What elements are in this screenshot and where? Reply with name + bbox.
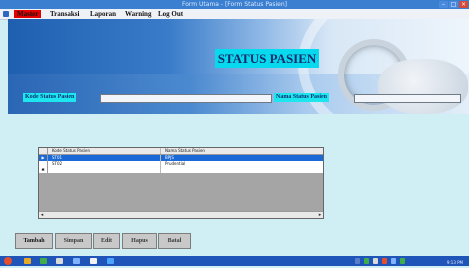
taskbar-app-icon[interactable]: [56, 258, 63, 264]
menu-warning[interactable]: Warning: [122, 10, 154, 18]
grid-header: Kode Status Pasien Nama Status Pasien: [39, 148, 323, 155]
batal-button[interactable]: Batal: [158, 233, 191, 249]
window-title: Form Utama - [Form Status Pasien]: [182, 1, 287, 8]
close-button[interactable]: ×: [459, 1, 468, 8]
kode-status-label: Kode Status Pasien: [23, 93, 77, 102]
cell-kode[interactable]: [48, 167, 161, 173]
tray-icon[interactable]: [400, 258, 405, 264]
page-title: STATUS PASIEN: [215, 49, 319, 68]
taskbar-app-icon[interactable]: [40, 258, 47, 264]
maximize-button[interactable]: □: [449, 1, 458, 8]
tray-icon[interactable]: [382, 258, 387, 264]
menu-transaksi[interactable]: Transaksi: [47, 10, 82, 18]
header-indicator: [39, 148, 48, 154]
simpan-button[interactable]: Simpan: [55, 233, 92, 249]
new-row[interactable]: ✱: [39, 167, 323, 173]
taskbar: 9:13 PM: [0, 256, 469, 266]
menu-laporan[interactable]: Laporan: [87, 10, 119, 18]
kode-status-input[interactable]: [100, 94, 272, 103]
hapus-button[interactable]: Hapus: [122, 233, 157, 249]
menu-log-out[interactable]: Log Out: [155, 10, 186, 18]
taskbar-clock: 9:13 PM: [446, 260, 463, 265]
tray-icon[interactable]: [373, 258, 378, 264]
horizontal-scrollbar[interactable]: ◂ ▸: [39, 211, 323, 218]
start-button[interactable]: [4, 257, 12, 265]
tray-icon[interactable]: [391, 258, 396, 264]
taskbar-app-icon[interactable]: [107, 258, 114, 264]
taskbar-app-icon[interactable]: [24, 258, 31, 264]
scroll-left-icon[interactable]: ◂: [39, 212, 45, 218]
new-row-icon: ✱: [39, 167, 48, 173]
scroll-right-icon[interactable]: ▸: [317, 212, 323, 218]
taskbar-app-icon[interactable]: [73, 258, 80, 264]
menu-master[interactable]: Master: [14, 10, 42, 18]
tray-icon[interactable]: [364, 258, 369, 264]
hand-image: [378, 59, 468, 114]
column-nama[interactable]: Nama Status Pasien: [161, 148, 325, 154]
status-grid[interactable]: Kode Status Pasien Nama Status Pasien ▶ …: [38, 147, 324, 219]
cell-nama[interactable]: [161, 167, 325, 173]
app-icon: [3, 11, 9, 17]
tambah-button[interactable]: Tambah: [15, 233, 53, 249]
nama-status-input[interactable]: [354, 94, 461, 103]
system-tray: 9:13 PM: [355, 258, 465, 265]
column-kode[interactable]: Kode Status Pasien: [48, 148, 161, 154]
tray-icon[interactable]: [355, 258, 360, 264]
edit-button[interactable]: Edit: [93, 233, 120, 249]
nama-status-label: Nama Status Pasien: [274, 93, 330, 102]
taskbar-app-icon[interactable]: [90, 258, 97, 264]
minimize-button[interactable]: –: [439, 1, 448, 8]
window-title-bar: Form Utama - [Form Status Pasien] – □ ×: [0, 0, 469, 9]
